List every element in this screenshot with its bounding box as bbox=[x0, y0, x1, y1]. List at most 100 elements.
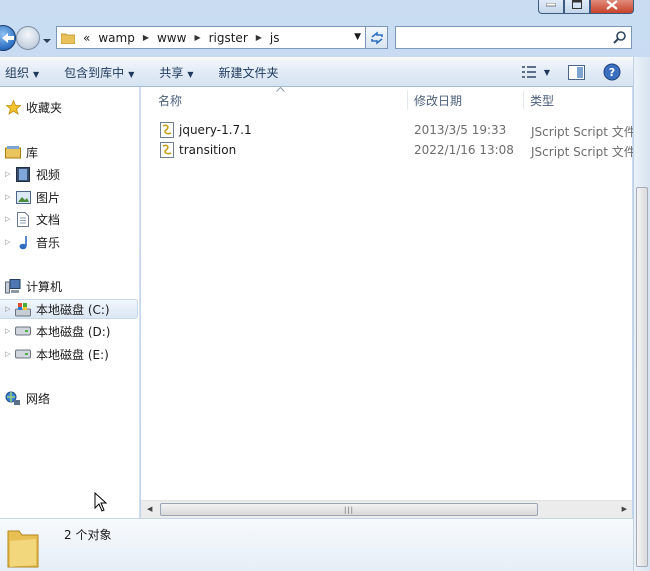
minimize-button[interactable] bbox=[538, 0, 564, 14]
library-icon bbox=[5, 144, 21, 160]
mouse-cursor-icon bbox=[94, 492, 108, 512]
share-label: 共享 bbox=[159, 65, 184, 80]
view-dropdown-icon[interactable]: ▼ bbox=[544, 68, 550, 77]
breadcrumb-separator-icon[interactable]: ▶ bbox=[256, 33, 262, 42]
file-row[interactable]: transition 2022/1/16 13:08 JScript Scrip… bbox=[157, 140, 636, 160]
nav-label-network: 网络 bbox=[26, 391, 51, 406]
expand-arrow-icon[interactable]: ▷ bbox=[5, 215, 15, 223]
nav-item-libraries[interactable]: 库 bbox=[5, 142, 38, 162]
column-header-modified-label: 修改日期 bbox=[414, 93, 463, 108]
nav-item-drive-c[interactable]: ▷ 本地磁盘 (C:) bbox=[0, 299, 138, 319]
file-name: transition bbox=[179, 143, 237, 157]
scrollbar-thumb[interactable]: ||| bbox=[160, 503, 538, 516]
nav-item-computer[interactable]: 计算机 bbox=[5, 276, 62, 296]
window-controls bbox=[538, 0, 634, 14]
minimize-icon bbox=[546, 2, 556, 6]
folder-icon bbox=[7, 530, 39, 568]
breadcrumb-separator-icon[interactable]: ▶ bbox=[143, 33, 149, 42]
file-type: JScript Script 文件 bbox=[531, 145, 636, 159]
expand-arrow-icon[interactable]: ▷ bbox=[5, 193, 15, 201]
breadcrumb-rigster[interactable]: rigster bbox=[209, 31, 248, 45]
nav-label-videos: 视频 bbox=[36, 167, 61, 182]
explorer-window: « wamp ▶ www ▶ rigster ▶ js ▼ 组织 ▼ 包含到库中 ▼… bbox=[0, 0, 650, 571]
breadcrumb-js[interactable]: js bbox=[270, 31, 280, 45]
file-modified: 2013/3/5 19:33 bbox=[414, 123, 507, 137]
file-row[interactable]: jquery-1.7.1 2013/3/5 19:33 JScript Scri… bbox=[157, 120, 636, 140]
column-header-type[interactable]: 类型 bbox=[530, 87, 630, 113]
jscript-file-icon bbox=[160, 142, 174, 158]
new-folder-label: 新建文件夹 bbox=[218, 65, 279, 80]
network-icon bbox=[5, 390, 21, 406]
chevron-down-icon bbox=[43, 39, 51, 43]
breadcrumb-overflow[interactable]: « bbox=[83, 31, 90, 45]
organize-label: 组织 bbox=[5, 65, 30, 80]
chevron-down-icon: ▼ bbox=[33, 69, 40, 79]
drive-icon bbox=[15, 323, 31, 339]
computer-icon bbox=[5, 278, 21, 294]
column-divider[interactable] bbox=[407, 90, 408, 110]
nav-label-music: 音乐 bbox=[36, 235, 61, 250]
horizontal-scrollbar[interactable]: ◀ ||| ▶ bbox=[141, 500, 632, 518]
expand-arrow-icon[interactable]: ▷ bbox=[5, 350, 15, 358]
share-menu[interactable]: 共享 ▼ bbox=[159, 64, 193, 81]
address-row: « wamp ▶ www ▶ rigster ▶ js ▼ bbox=[0, 22, 650, 54]
expand-arrow-icon[interactable]: ▷ bbox=[5, 305, 15, 313]
maximize-icon bbox=[572, 0, 582, 9]
breadcrumb-separator-icon[interactable]: ▶ bbox=[194, 33, 200, 42]
music-icon bbox=[15, 234, 31, 250]
search-input[interactable] bbox=[395, 26, 632, 49]
nav-label-documents: 文档 bbox=[36, 212, 61, 227]
document-icon bbox=[15, 211, 31, 227]
nav-item-favorites[interactable]: 收藏夹 bbox=[5, 97, 62, 117]
back-button[interactable] bbox=[0, 25, 16, 51]
details-pane: 2 个对象 bbox=[0, 518, 633, 571]
help-icon[interactable]: ? bbox=[603, 63, 621, 81]
nav-item-network[interactable]: 网络 bbox=[5, 388, 50, 408]
address-dropdown-icon[interactable]: ▼ bbox=[354, 32, 361, 42]
history-dropdown[interactable] bbox=[42, 34, 52, 44]
nav-item-music[interactable]: ▷ 音乐 bbox=[5, 232, 60, 252]
refresh-button[interactable] bbox=[366, 26, 388, 49]
preview-pane-icon[interactable] bbox=[568, 64, 585, 80]
vertical-scrollbar-thumb[interactable] bbox=[636, 187, 648, 567]
back-arrow-icon bbox=[2, 33, 14, 43]
organize-menu[interactable]: 组织 ▼ bbox=[5, 64, 39, 81]
column-header-modified[interactable]: 修改日期 bbox=[414, 87, 524, 113]
chevron-down-icon: ▼ bbox=[128, 69, 135, 79]
nav-item-documents[interactable]: ▷ 文档 bbox=[5, 209, 60, 229]
expand-arrow-icon[interactable]: ▷ bbox=[5, 327, 15, 335]
system-drive-icon bbox=[15, 301, 31, 317]
video-icon bbox=[15, 166, 31, 182]
include-in-library-menu[interactable]: 包含到库中 ▼ bbox=[64, 64, 134, 81]
column-divider[interactable] bbox=[523, 90, 524, 110]
item-count: 2 个对象 bbox=[64, 528, 112, 542]
expand-arrow-icon[interactable]: ▷ bbox=[5, 238, 15, 246]
scroll-right-arrow-icon[interactable]: ▶ bbox=[622, 505, 627, 513]
nav-label-favorites: 收藏夹 bbox=[26, 100, 63, 115]
include-in-library-label: 包含到库中 bbox=[64, 65, 125, 80]
file-type: JScript Script 文件 bbox=[531, 125, 636, 139]
breadcrumb-wamp[interactable]: wamp bbox=[98, 31, 134, 45]
vertical-scrollbar[interactable] bbox=[633, 57, 650, 571]
nav-item-drive-e[interactable]: ▷ 本地磁盘 (E:) bbox=[5, 344, 109, 364]
scroll-left-arrow-icon[interactable]: ◀ bbox=[147, 505, 152, 513]
nav-label-computer: 计算机 bbox=[26, 279, 63, 294]
nav-item-drive-d[interactable]: ▷ 本地磁盘 (D:) bbox=[5, 321, 110, 341]
maximize-button[interactable] bbox=[564, 0, 590, 14]
title-bar bbox=[0, 0, 650, 22]
breadcrumb-www[interactable]: www bbox=[157, 31, 186, 45]
nav-item-videos[interactable]: ▷ 视频 bbox=[5, 164, 60, 184]
nav-item-pictures[interactable]: ▷ 图片 bbox=[5, 187, 60, 207]
expand-arrow-icon[interactable]: ▷ bbox=[5, 170, 15, 178]
close-button[interactable] bbox=[590, 0, 634, 14]
nav-label-drive-e: 本地磁盘 (E:) bbox=[36, 347, 109, 362]
nav-label-pictures: 图片 bbox=[36, 190, 61, 205]
address-bar[interactable]: « wamp ▶ www ▶ rigster ▶ js ▼ bbox=[56, 26, 366, 49]
svg-text:?: ? bbox=[609, 66, 615, 79]
navigation-pane: 收藏夹 库 ▷ 视频 ▷ 图片 ▷ 文档 ▷ 音乐 计算机 ▷ 本地磁盘 (C:… bbox=[0, 87, 140, 518]
forward-button[interactable] bbox=[16, 26, 40, 50]
new-folder-button[interactable]: 新建文件夹 bbox=[219, 64, 279, 81]
picture-icon bbox=[15, 189, 31, 205]
close-icon bbox=[606, 0, 618, 10]
view-options-icon[interactable] bbox=[521, 65, 538, 79]
